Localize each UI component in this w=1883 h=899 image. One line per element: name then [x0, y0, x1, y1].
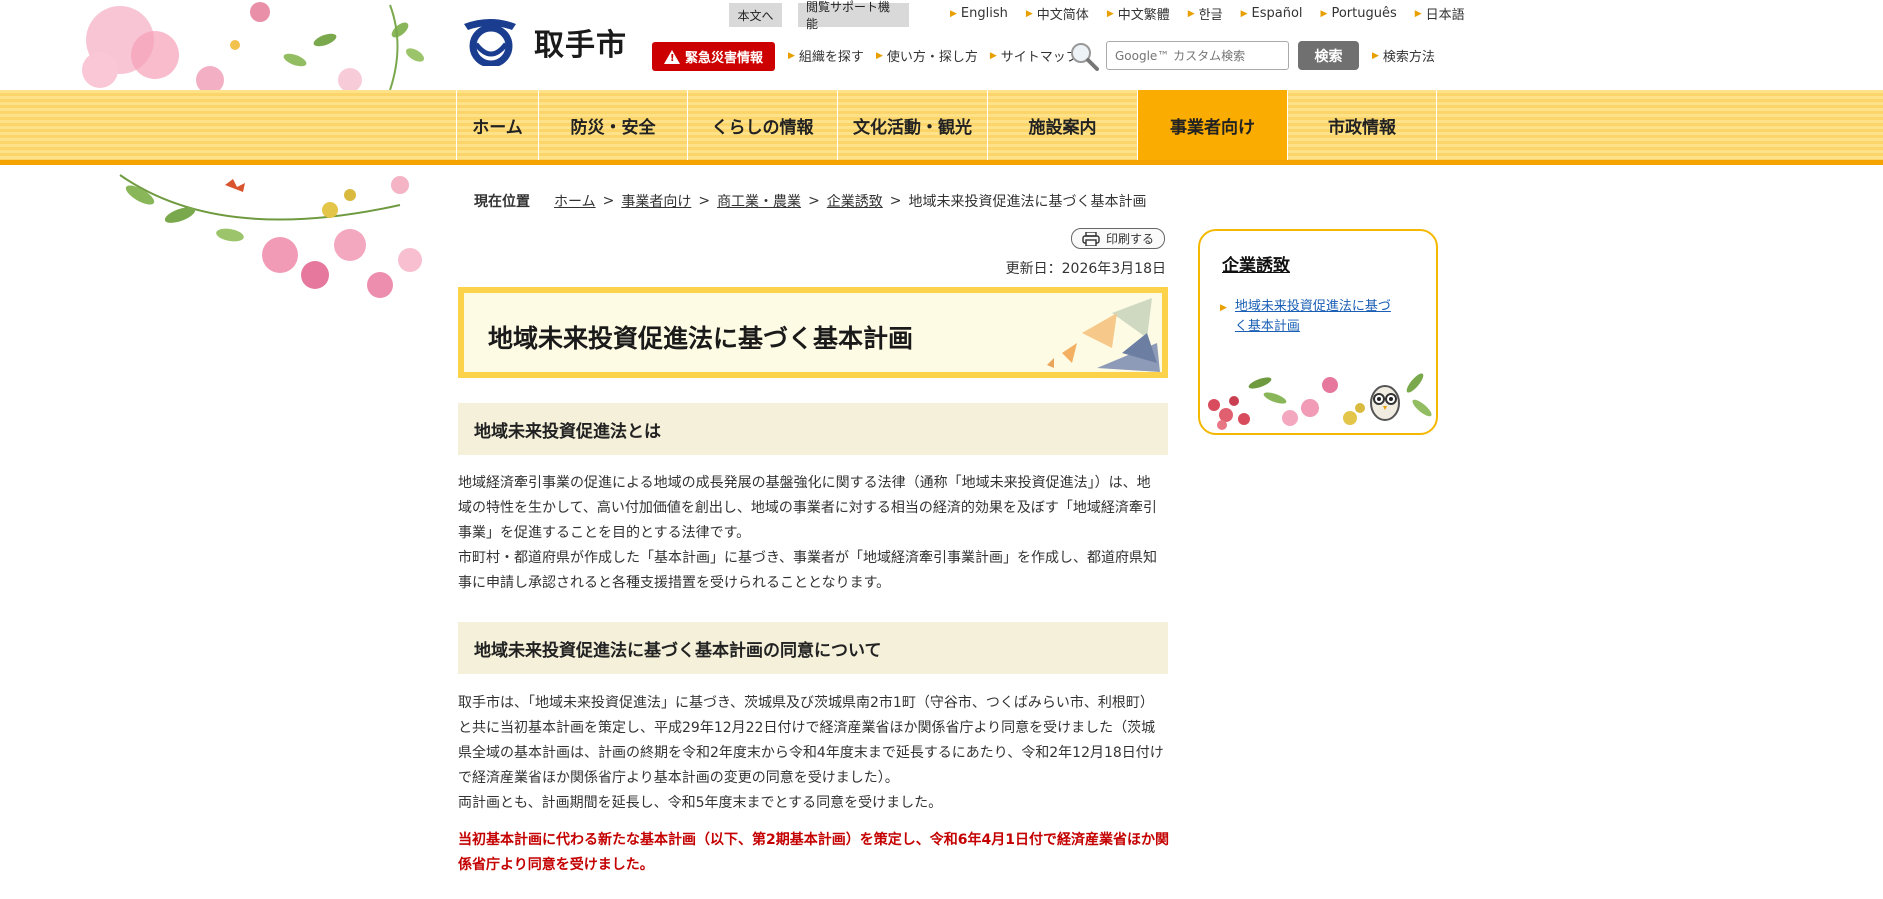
section-heading-1: 地域未来投資促進法とは: [458, 403, 1168, 455]
paragraph-line: 事に申請し承認されると各種支援措置を受けられることとなります。: [458, 575, 891, 591]
breadcrumb-separator: >: [808, 193, 820, 209]
util-link-sitemap[interactable]: ▶ サイトマップ: [990, 46, 1079, 65]
search-method-label: 検索方法: [1382, 50, 1435, 65]
paragraph-line: 県全域の基本計画は、計画の終期を令和2年度末から令和4年度末まで延長するにあたり…: [458, 745, 1164, 761]
language-links: ▶ English ▶ 中文简体 ▶ 中文繁體 ▶ 한글 ▶ Español ▶ Portu…: [950, 4, 1465, 23]
flower-decoration-top: [82, 2, 425, 90]
site-header: 取手市 本文へ 閲覧サポート機能 ▶ English ▶ 中文简体 ▶ 中文繁體 ▶ 한…: [0, 0, 1883, 90]
paragraph-line: で経済産業省ほか関係省庁より基本計画の変更の同意を受けました）。: [458, 770, 899, 786]
paragraph-line: 両計画とも、計画期間を延長し、令和5年度末までとする同意を受けました。: [458, 795, 943, 811]
nav-living-info[interactable]: くらしの情報: [687, 90, 837, 160]
search-button[interactable]: 検索: [1298, 41, 1359, 70]
triangle-bullet-icon: ▶: [1220, 303, 1227, 313]
sidebar-flower-decoration: [1208, 373, 1432, 430]
triangle-bullet-icon: ▶: [1106, 8, 1114, 19]
breadcrumb-link-home[interactable]: ホーム: [554, 191, 596, 211]
nav-facilities[interactable]: 施設案内: [987, 90, 1137, 160]
accessibility-button[interactable]: 閲覧サポート機能: [798, 0, 909, 31]
triangle-bullet-icon: ▶: [1187, 8, 1195, 19]
breadcrumb-label: 現在位置: [474, 194, 530, 210]
breadcrumb-link-business[interactable]: 事業者向け: [621, 191, 691, 211]
triangle-bullet-icon: ▶: [1320, 8, 1328, 19]
lang-link-zh-cn[interactable]: ▶ 中文简体: [1026, 4, 1089, 23]
breadcrumb: 現在位置 ホーム > 事業者向け > 商工業・農業 > 企業誘致 > 地域未来投…: [474, 191, 1147, 211]
page-title: 地域未来投資促進法に基づく基本計画: [488, 324, 914, 353]
section-heading-2: 地域未来投資促進法に基づく基本計画の同意について: [458, 622, 1168, 674]
sidebar-link-label: 地域未来投資促進法に基づ く基本計画: [1235, 297, 1391, 337]
paragraph-line: 取手市は、「地域未来投資促進法」に基づき、茨城県及び茨城県南2市1町（守谷市、つ…: [458, 695, 1154, 711]
breadcrumb-separator: >: [889, 193, 902, 209]
nav-home[interactable]: ホーム: [456, 90, 538, 160]
sidebar-link-line: 地域未来投資促進法に基づ: [1234, 299, 1391, 314]
city-name: 取手市: [534, 28, 627, 63]
triangle-bullet-icon: ▶: [1240, 8, 1248, 19]
nav-culture-tourism[interactable]: 文化活動・観光: [837, 90, 987, 160]
sidebar-link-basic-plan[interactable]: ▶ 地域未来投資促進法に基づ く基本計画: [1220, 297, 1420, 337]
lang-link-japanese[interactable]: ▶ 日本語: [1415, 4, 1465, 23]
nav-city-admin[interactable]: 市政情報: [1287, 90, 1437, 160]
breadcrumb-separator: >: [698, 193, 711, 209]
site-logo[interactable]: 取手市: [460, 18, 627, 66]
sidebar-menu: 企業誘致 ▶ 地域未来投資促進法に基づ く基本計画: [1198, 229, 1438, 435]
paragraph-line: と共に当初基本計画を策定し、平成29年12月22日付けで経済産業省ほか関係省庁よ…: [458, 720, 1156, 736]
lang-link-spanish[interactable]: ▶ Español: [1241, 4, 1303, 23]
breadcrumb-current: 地域未来投資促進法に基づく基本計画: [908, 194, 1147, 210]
triangle-bullet-icon: ▶: [875, 50, 883, 61]
paragraph-line: 当初基本計画に代わる新たな基本計画（以下、第2期基本計画）を策定し、令和6年4月…: [458, 832, 1169, 848]
emergency-info-button[interactable]: ! 緊急災害情報: [652, 42, 775, 71]
lang-link-zh-tw[interactable]: ▶ 中文繁體: [1107, 4, 1170, 23]
updated-date: 更新日：2026年3月18日: [1005, 261, 1166, 277]
page-title-box: 地域未来投資促進法に基づく基本計画: [458, 287, 1168, 378]
util-link-organization[interactable]: ▶ 組織を探す: [788, 46, 864, 65]
triangle-bullet-icon: ▶: [1372, 50, 1379, 61]
lang-link-portuguese[interactable]: ▶ Português: [1321, 4, 1397, 23]
sidebar-title[interactable]: 企業誘致: [1222, 251, 1290, 276]
search-method-link[interactable]: ▶ 検索方法: [1372, 46, 1435, 65]
lang-link-english[interactable]: ▶ English: [950, 4, 1008, 23]
title-decoration: [1047, 298, 1160, 372]
section-1-body: 地域経済牽引事業の促進による地域の成長発展の基盤強化に関する法律（通称「地域未来…: [458, 471, 1170, 596]
breadcrumb-link-commerce[interactable]: 商工業・農業: [717, 191, 801, 211]
paragraph-line: 地域経済牽引事業の促進による地域の成長発展の基盤強化に関する法律（通称「地域未来…: [458, 475, 1151, 491]
sidebar-link-line: く基本計画: [1234, 319, 1300, 334]
section-2-body: 取手市は、「地域未来投資促進法」に基づき、茨城県及び茨城県南2市1町（守谷市、つ…: [458, 691, 1170, 816]
paragraph-line: 市町村・都道府県が作成した「基本計画」に基づき、事業者が「地域経済牽引事業計画」…: [458, 550, 1158, 566]
warning-icon: !: [663, 49, 680, 64]
printer-icon: [1082, 231, 1100, 246]
skip-to-body-button[interactable]: 本文へ: [729, 3, 782, 27]
global-nav: ホーム 防災・安全 くらしの情報 文化活動・観光 施設案内 事業者向け 市政情報: [456, 90, 1437, 160]
emergency-label: 緊急災害情報: [684, 51, 763, 66]
nav-business[interactable]: 事業者向け: [1137, 90, 1287, 160]
utility-links: ▶ 組織を探す ▶ 使い方・探し方 ▶ サイトマップ: [788, 46, 1091, 65]
lang-link-korean[interactable]: ▶ 한글: [1188, 4, 1223, 23]
search-magnifier-icon: [1071, 43, 1099, 71]
triangle-bullet-icon: ▶: [1025, 8, 1033, 19]
triangle-bullet-icon: ▶: [788, 50, 795, 61]
search-input[interactable]: [1106, 41, 1289, 70]
triangle-bullet-icon: ▶: [1414, 8, 1422, 19]
breadcrumb-separator: >: [602, 193, 615, 209]
print-label: 印刷する: [1105, 232, 1154, 246]
util-link-howto[interactable]: ▶ 使い方・探し方: [876, 46, 978, 65]
nav-disaster-safety[interactable]: 防災・安全: [538, 90, 687, 160]
paragraph-line: 事業」を促進することを目的とする法律です。: [458, 525, 751, 541]
triangle-bullet-icon: ▶: [950, 8, 957, 19]
notice-red-text: 当初基本計画に代わる新たな基本計画（以下、第2期基本計画）を策定し、令和6年4月…: [458, 828, 1170, 878]
paragraph-line: 係省庁より同意を受けました。: [458, 857, 654, 873]
paragraph-line: 域の特性を生かして、高い付加価値を創出し、地域の事業者に対する相当の経済的効果を…: [458, 500, 1157, 516]
triangle-bullet-icon: ▶: [989, 50, 997, 61]
city-logo-icon: [464, 19, 516, 66]
flower-decoration-left: [119, 174, 422, 298]
breadcrumb-link-invitation[interactable]: 企業誘致: [827, 191, 883, 211]
print-button[interactable]: 印刷する: [1071, 228, 1165, 249]
